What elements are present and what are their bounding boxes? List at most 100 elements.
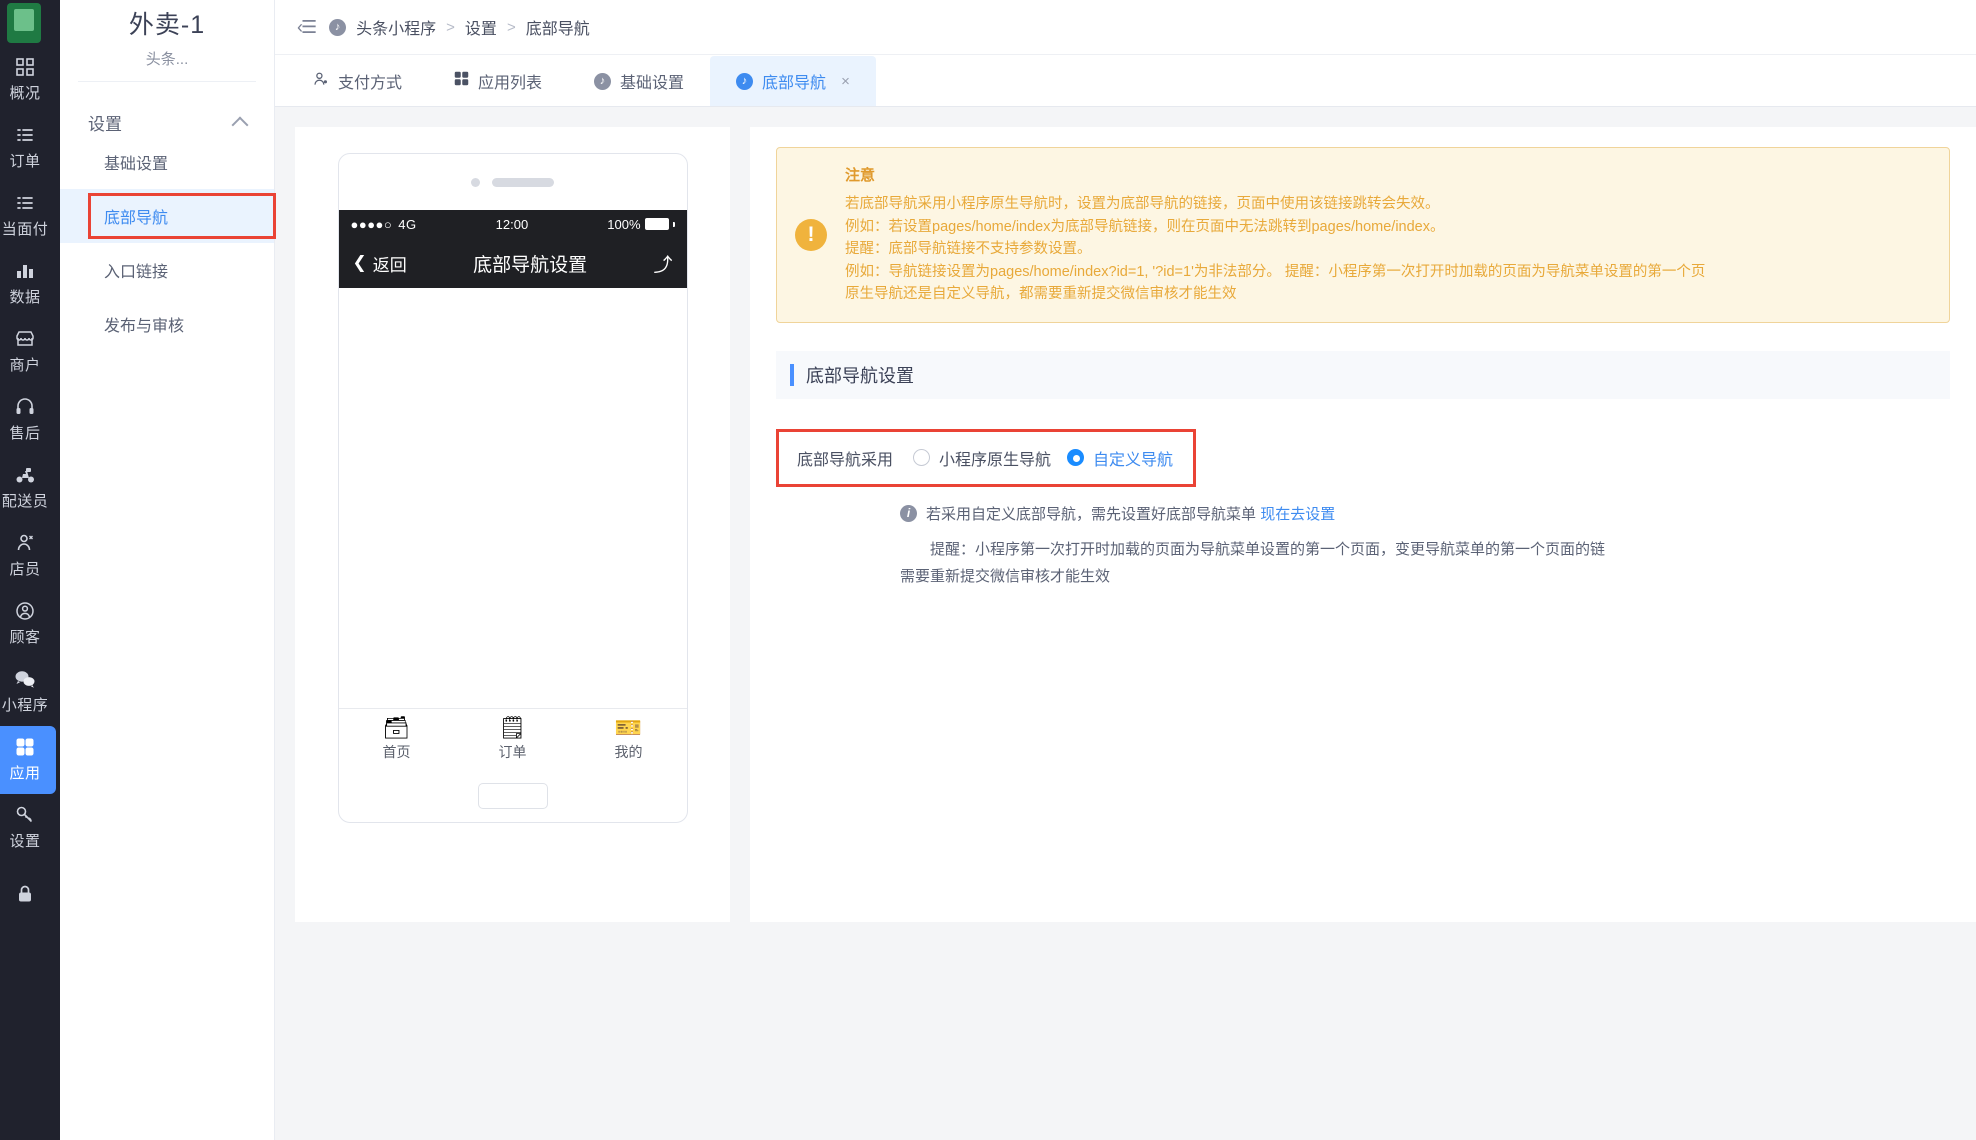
headset-icon: [15, 397, 35, 417]
breadcrumb-item-2: 底部导航: [525, 21, 590, 38]
phone-tab-label: 订单: [498, 744, 527, 760]
rail-item-aftersales[interactable]: 售后: [0, 386, 56, 454]
radio-label: 小程序原生导航: [939, 451, 1052, 469]
rail-item-miniprogram[interactable]: 小程序: [0, 658, 56, 726]
nav-type-field: 底部导航采用 小程序原生导航 自定义导航: [776, 428, 1196, 487]
radio-label: 自定义导航: [1093, 451, 1174, 469]
breadcrumb-separator: >: [506, 18, 516, 36]
rail-item-label: 当面付: [1, 221, 49, 238]
rail-item-data[interactable]: 数据: [0, 250, 56, 318]
home-indicator-icon: [477, 783, 548, 809]
notice-line-4: 原生导航还是自定义导航，都需要重新提交微信审核才能生效: [845, 286, 1237, 303]
close-icon[interactable]: ×: [841, 73, 850, 90]
sidebar-group-label: 设置: [88, 115, 122, 134]
shop-icon: [15, 329, 35, 349]
share-icon[interactable]: ⤴: [653, 250, 672, 277]
lock-icon: [16, 884, 34, 904]
rail-item-staff[interactable]: 店员: [0, 522, 56, 590]
sidebar-group-settings[interactable]: 设置: [60, 82, 274, 135]
go-setup-link[interactable]: 现在去设置: [1260, 506, 1335, 523]
nav-type-label: 底部导航采用: [797, 451, 894, 469]
rail-item-orders[interactable]: 订单: [0, 114, 56, 182]
radio-native-nav[interactable]: 小程序原生导航: [913, 446, 1051, 470]
app-root: 概况 订单 当面付 数据 商户 售后 配送员 店员 顾客 小程序 应用 设置 外…: [0, 0, 1976, 1140]
tab-app-list[interactable]: 应用列表: [428, 56, 568, 106]
hint-secondary-line-1: 提醒：小程序第一次打开时加载的页面为导航菜单设置的第一个页面，变更导航菜单的第一…: [930, 540, 1606, 558]
settings-key-icon: [15, 805, 35, 825]
tab-payment-methods[interactable]: 支付方式: [287, 56, 428, 106]
sidebar-item-label: 入口链接: [104, 264, 169, 281]
rail-item-label: 顾客: [9, 629, 41, 646]
tab-label: 底部导航: [762, 75, 827, 92]
hint-text-body: 若采用自定义底部导航，需先设置好底部导航菜单: [926, 505, 1257, 523]
sidebar-item-publish-review[interactable]: 发布与审核: [60, 297, 274, 351]
rail-item-label: 店员: [9, 561, 41, 578]
scooter-icon: [15, 465, 36, 485]
bar-chart-icon: [15, 261, 35, 281]
battery-percent: 100%: [607, 216, 641, 232]
sidebar-item-label: 底部导航: [104, 210, 169, 227]
tab-label: 应用列表: [478, 75, 543, 92]
phone-back-button[interactable]: ❮ 返回: [353, 251, 407, 276]
customer-icon: [15, 601, 35, 621]
list-pay-icon: [15, 193, 35, 213]
rail-item-overview[interactable]: 概况: [0, 46, 56, 114]
notice-body: 注意 若底部导航采用小程序原生导航时，设置为底部导航的链接，页面中使用该链接跳转…: [845, 164, 1705, 306]
signal-dots-icon: ●●●●○: [350, 216, 393, 232]
section-header: 底部导航设置: [776, 350, 1950, 399]
phone-mockup: ●●●●○ 4G 12:00 100% ❮ 返回 底部导航设置 ⤴ 🗃 首页 🗒…: [337, 153, 688, 823]
primary-nav-rail: 概况 订单 当面付 数据 商户 售后 配送员 店员 顾客 小程序 应用 设置: [0, 0, 60, 1140]
rail-item-apps[interactable]: 应用: [0, 726, 56, 794]
notice-title: 注意: [845, 167, 876, 184]
phone-tab-profile[interactable]: 🎫 我的: [571, 709, 687, 770]
apps-icon: [15, 737, 35, 757]
rail-item-facepay[interactable]: 当面付: [0, 182, 56, 250]
phone-tabbar: 🗃 首页 🗒 订单 🎫 我的: [338, 708, 687, 770]
rail-item-label: 设置: [9, 833, 41, 850]
notice-line-3: 例如：导航链接设置为pages/home/index?id=1, '?id=1'…: [845, 263, 1706, 280]
camera-dot-icon: [471, 177, 480, 187]
tab-label: 基础设置: [620, 75, 685, 92]
app-logo[interactable]: [0, 0, 60, 46]
phone-tab-orders[interactable]: 🗒 订单: [455, 709, 571, 770]
sidebar-item-basic-settings[interactable]: 基础设置: [60, 135, 274, 189]
rail-item-customer[interactable]: 顾客: [0, 590, 56, 658]
sidebar-item-bottom-nav[interactable]: 底部导航: [60, 189, 276, 243]
rail-item-settings[interactable]: 设置: [0, 794, 56, 862]
tab-label: 支付方式: [338, 75, 403, 92]
chevron-up-icon: [231, 116, 249, 133]
rail-item-merchant[interactable]: 商户: [0, 318, 56, 386]
hint-row-primary: i 若采用自定义底部导航，需先设置好底部导航菜单 现在去设置: [900, 503, 1950, 524]
rail-item-label: 数据: [9, 289, 41, 306]
collapse-sidebar-icon[interactable]: ‹☰: [297, 17, 317, 38]
sidebar-item-label: 发布与审核: [104, 318, 185, 335]
tab-bottom-nav[interactable]: ♪ 底部导航 ×: [710, 56, 876, 106]
chevron-left-icon: ❮: [352, 253, 367, 272]
notice-line-1: 例如：若设置pages/home/index为底部导航链接，则在页面中无法跳转到…: [845, 218, 1445, 235]
phone-notch: [339, 154, 687, 210]
phone-tab-home[interactable]: 🗃 首页: [339, 709, 455, 770]
project-subtitle: 头条...: [145, 51, 189, 68]
rail-item-label: 售后: [9, 425, 41, 442]
radio-circle-icon: [1067, 449, 1085, 467]
phone-preview-panel: ●●●●○ 4G 12:00 100% ❮ 返回 底部导航设置 ⤴ 🗃 首页 🗒…: [295, 127, 730, 922]
toutiao-icon: ♪: [594, 72, 612, 90]
tab-basic-settings[interactable]: ♪ 基础设置: [568, 56, 710, 106]
speaker-bar-icon: [492, 177, 554, 187]
rail-item-lock[interactable]: [0, 862, 56, 930]
info-icon: i: [900, 504, 917, 522]
wechat-icon: [14, 669, 36, 689]
notice-line-0: 若底部导航采用小程序原生导航时，设置为底部导航的链接，页面中使用该链接跳转会失效…: [845, 196, 1440, 213]
warning-icon: !: [795, 218, 827, 251]
rail-item-label: 订单: [9, 153, 41, 170]
toutiao-icon: ♪: [329, 18, 347, 36]
section-title: 底部导航设置: [806, 365, 914, 386]
notice-line-2: 提醒：底部导航链接不支持参数设置。: [845, 241, 1092, 258]
radio-custom-nav[interactable]: 自定义导航: [1067, 446, 1173, 470]
rail-item-label: 应用: [9, 765, 41, 782]
rail-item-courier[interactable]: 配送员: [0, 454, 56, 522]
breadcrumb-item-1[interactable]: 设置: [465, 15, 497, 39]
breadcrumb-item-0[interactable]: 头条小程序: [356, 15, 436, 39]
sidebar-item-entry-links[interactable]: 入口链接: [60, 243, 274, 297]
network-label: 4G: [398, 216, 417, 232]
